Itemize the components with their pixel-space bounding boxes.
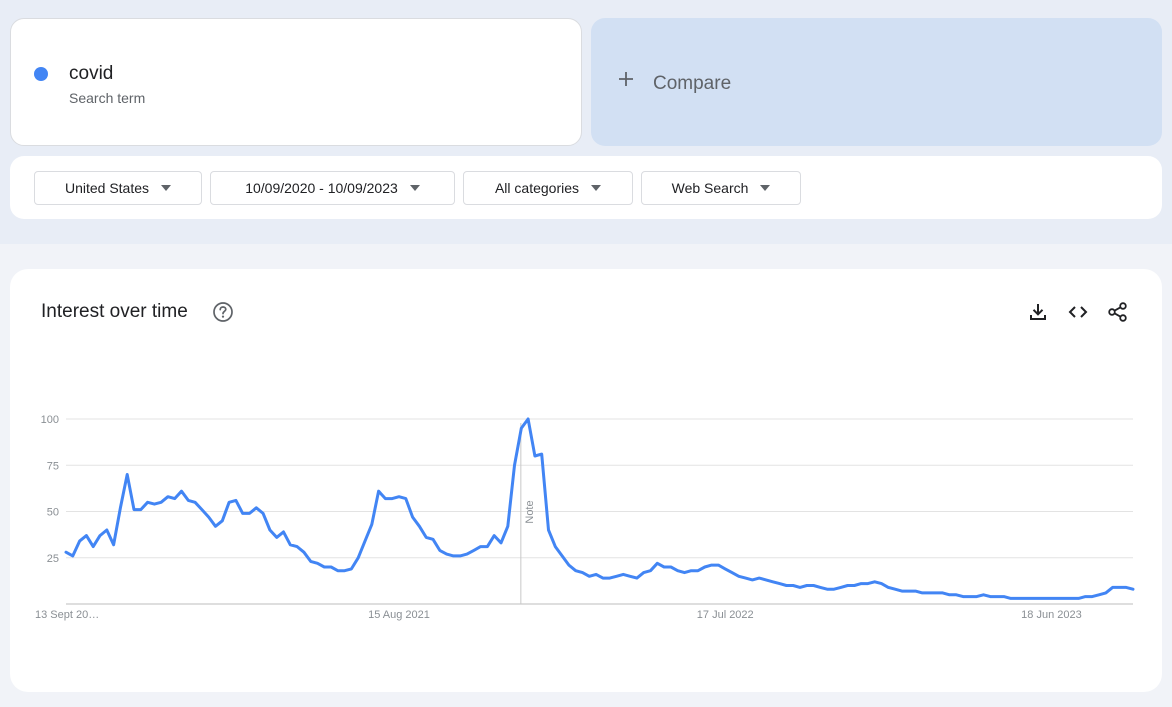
date-range-filter[interactable]: 10/09/2020 - 10/09/2023 — [210, 171, 455, 205]
category-filter[interactable]: All categories — [463, 171, 633, 205]
date-range-filter-label: 10/09/2020 - 10/09/2023 — [245, 180, 398, 196]
plus-icon — [617, 66, 635, 92]
filter-bar: United States 10/09/2020 - 10/09/2023 Al… — [10, 156, 1162, 219]
x-tick-label: 13 Sept 20… — [35, 609, 99, 621]
y-tick-label: 25 — [47, 553, 59, 565]
chart-card-title: Interest over time — [41, 301, 188, 322]
compare-button[interactable]: Compare — [591, 18, 1162, 146]
note-annotation-label: Note — [524, 500, 536, 523]
compare-label: Compare — [653, 73, 732, 94]
search-term-card[interactable]: covid Search term — [10, 18, 582, 146]
search-type-filter-label: Web Search — [671, 180, 749, 196]
search-term-type: Search term — [69, 90, 146, 106]
y-tick-label: 50 — [47, 507, 59, 519]
embed-code-icon[interactable] — [1067, 301, 1089, 323]
x-tick-label: 15 Aug 2021 — [368, 609, 430, 621]
region-filter-label: United States — [64, 180, 150, 196]
chevron-down-icon — [161, 185, 172, 191]
series-color-dot — [34, 67, 48, 81]
interest-over-time-card: 25 50 75 100 13 Sept 20… 15 Aug 2021 17 Jul 20… — [10, 269, 1162, 692]
chevron-down-icon — [760, 185, 771, 191]
series-line-covid — [64, 417, 1135, 600]
x-tick-label: 17 Jul 2022 — [697, 609, 754, 621]
category-filter-label: All categories — [494, 180, 580, 196]
search-term-name[interactable]: covid — [69, 63, 113, 85]
help-circle-icon[interactable] — [212, 301, 234, 323]
download-icon[interactable] — [1027, 301, 1049, 323]
x-tick-label: 18 Jun 2023 — [1021, 609, 1082, 621]
chevron-down-icon — [591, 185, 602, 191]
interest-chart: 25 50 75 100 13 Sept 20… 15 Aug 2021 17 Jul 20… — [35, 414, 1135, 621]
region-filter[interactable]: United States — [34, 171, 202, 205]
chevron-down-icon — [409, 185, 420, 191]
search-type-filter[interactable]: Web Search — [641, 171, 801, 205]
y-tick-label: 100 — [41, 414, 59, 426]
y-tick-label: 75 — [47, 460, 59, 472]
share-icon[interactable] — [1107, 301, 1129, 323]
